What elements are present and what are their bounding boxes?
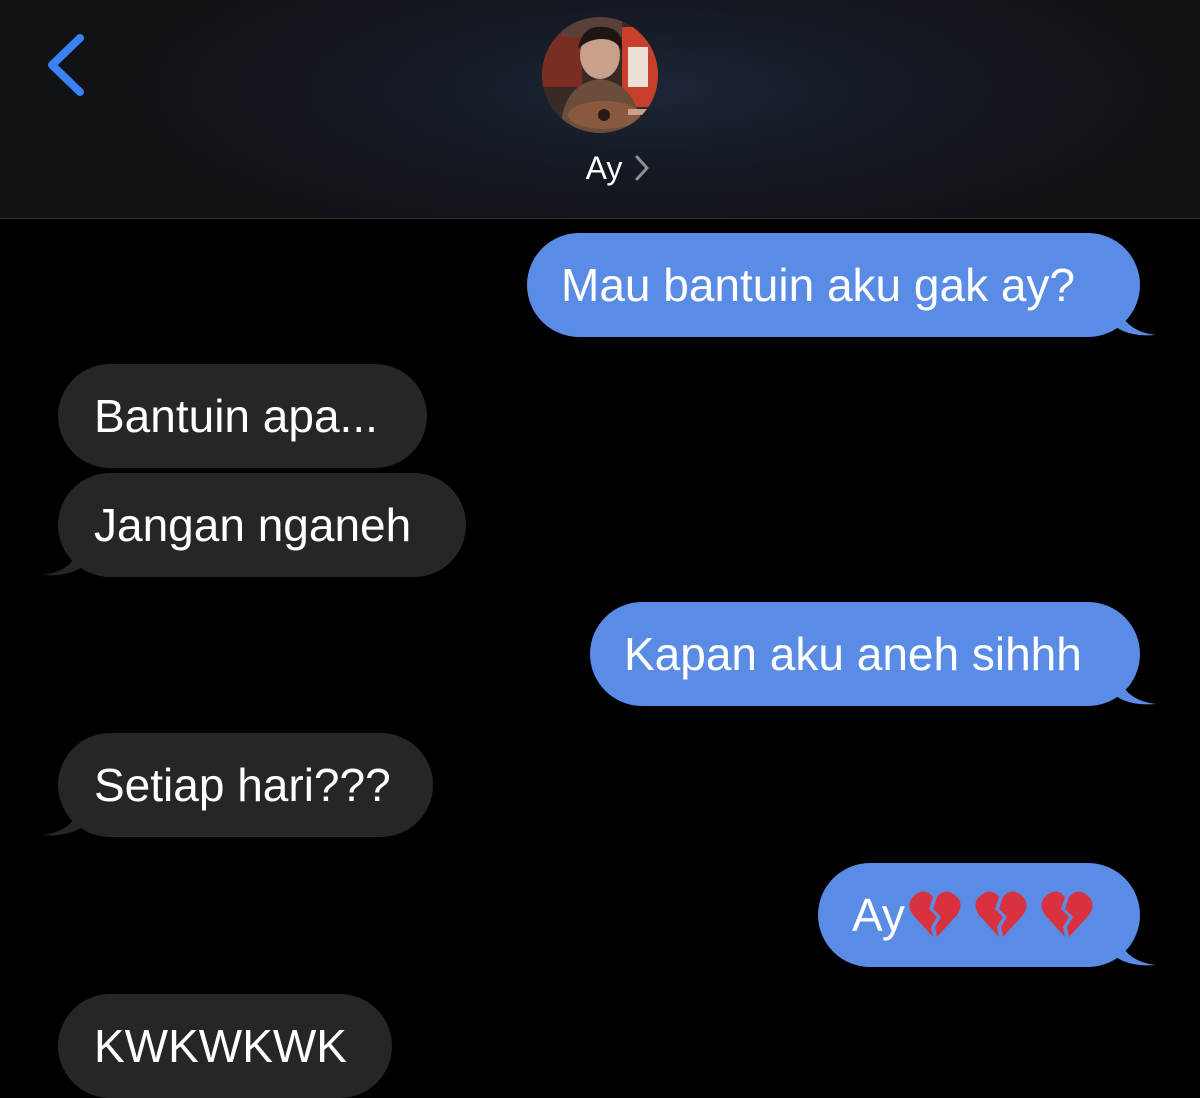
received-message-bubble[interactable]: Setiap hari??? [42, 733, 433, 837]
bubble-tail [1116, 297, 1156, 336]
message-text: KWKWKWK [94, 1020, 347, 1072]
received-message-bubble[interactable]: Jangan nganeh [42, 473, 466, 577]
back-button[interactable] [40, 30, 100, 100]
bubble-tail [42, 797, 82, 836]
message-text: Mau bantuin aku gak ay? [561, 259, 1076, 311]
message-text: Bantuin apa... [94, 390, 378, 442]
received-message-bubble[interactable]: Bantuin apa... [58, 364, 427, 468]
message-text: Ay [852, 889, 905, 941]
conversation-header: Ay [0, 0, 1200, 219]
chevron-right-icon [635, 155, 649, 181]
message-text: Jangan nganeh [94, 499, 412, 551]
bubble-tail [1116, 666, 1156, 705]
contact-name: Ay [585, 149, 623, 186]
message-text: Kapan aku aneh sihhh [624, 628, 1082, 680]
broken-heart-emoji [909, 891, 961, 937]
sent-message-bubble[interactable]: Ay [818, 863, 1156, 967]
broken-heart-emoji [975, 891, 1027, 937]
bubble-tail [1116, 927, 1156, 966]
broken-heart-emoji [1041, 891, 1093, 937]
contact-avatar[interactable] [542, 17, 658, 133]
bubble-tail [42, 537, 82, 576]
message-text: Setiap hari??? [94, 759, 391, 811]
contact-name-button[interactable]: Ay [0, 146, 1200, 190]
sent-message-bubble[interactable]: Mau bantuin aku gak ay? [527, 233, 1156, 337]
chevron-left-icon [48, 34, 84, 96]
sent-message-bubble[interactable]: Kapan aku aneh sihhh [590, 602, 1156, 706]
received-message-bubble[interactable]: KWKWKWK [58, 994, 392, 1098]
